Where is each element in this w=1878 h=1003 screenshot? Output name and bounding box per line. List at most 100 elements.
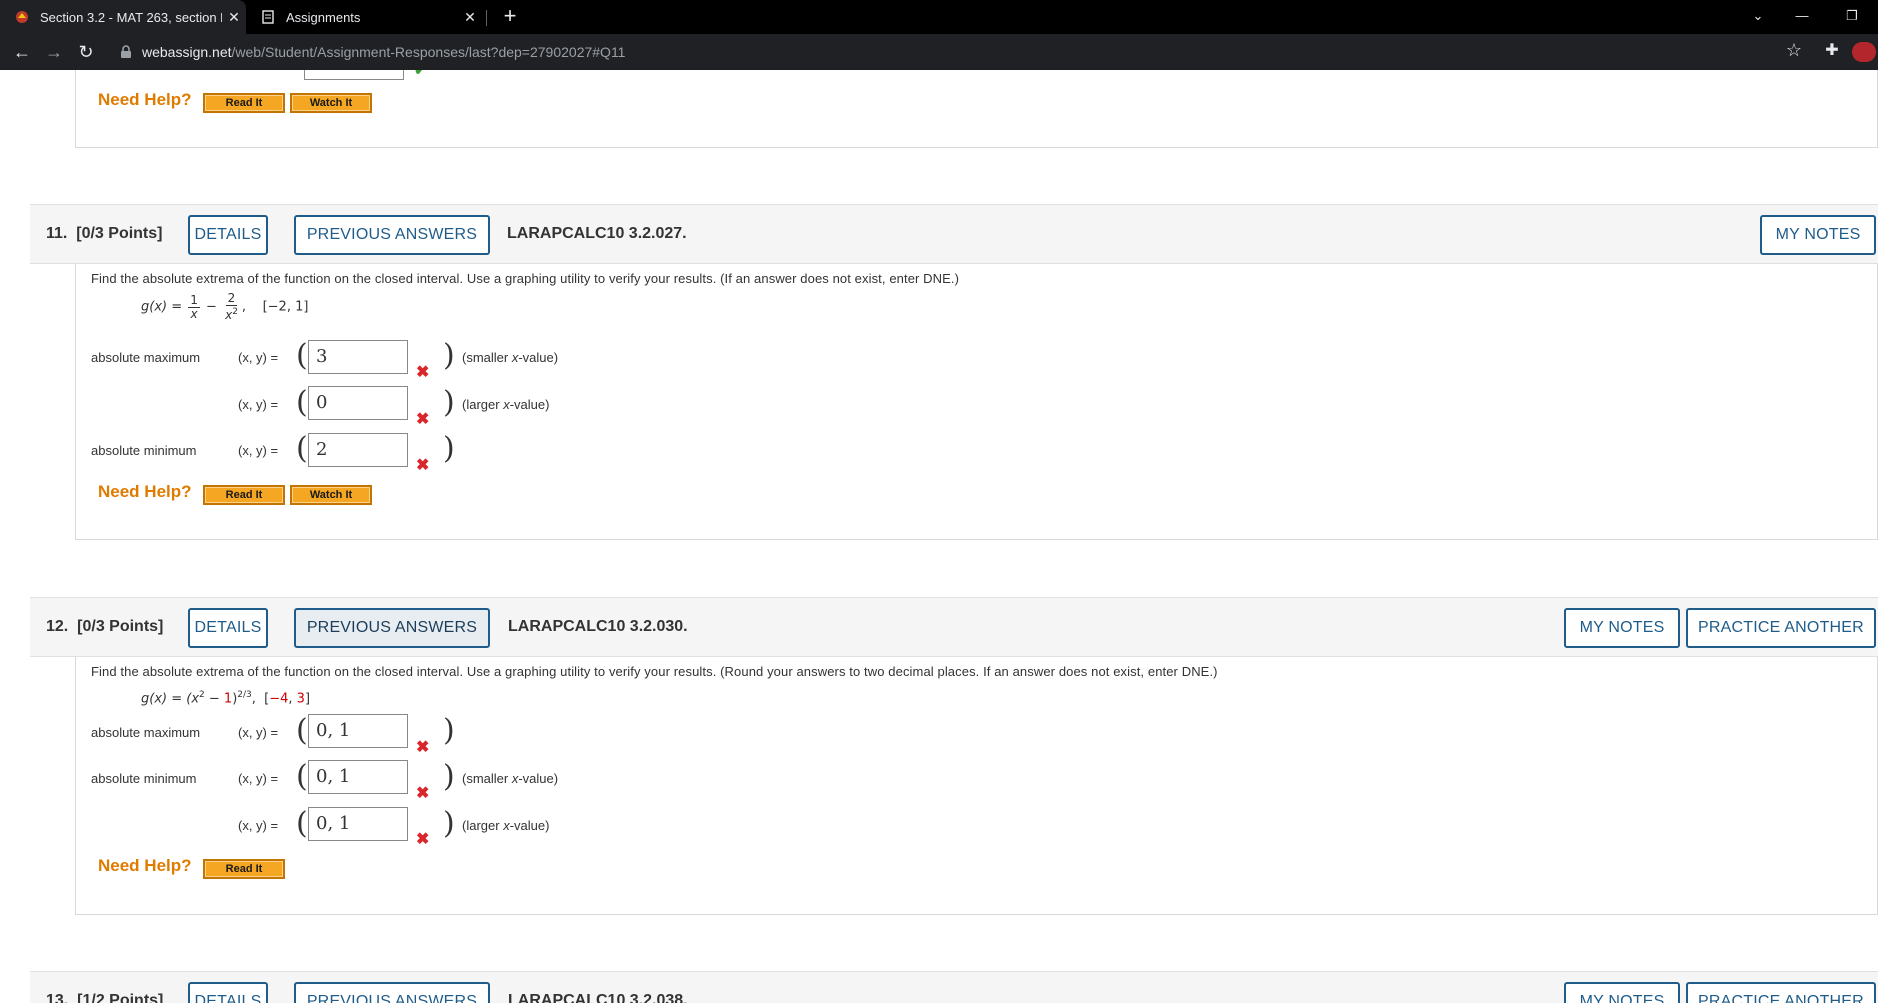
xy-label: (x, y) = (238, 397, 279, 412)
smaller-x-hint: (smaller x-value) (462, 350, 559, 365)
read-it-button[interactable]: Read It (203, 93, 285, 113)
question-10-body: ✔ Need Help? Read It Watch It (75, 70, 1878, 148)
question-prompt: Find the absolute extrema of the functio… (91, 271, 960, 286)
absolute-minimum-label: absolute minimum (91, 443, 197, 458)
question-12-body: Find the absolute extrema of the functio… (75, 657, 1878, 915)
xy-label: (x, y) = (238, 725, 279, 740)
close-paren: ) (443, 431, 455, 466)
tab-section-3-2[interactable]: Section 3.2 - MAT 263, section N ✕ (0, 0, 246, 34)
previous-answers-button[interactable]: PREVIOUS ANSWERS (294, 982, 490, 1003)
details-button[interactable]: DETAILS (188, 982, 268, 1003)
incorrect-x-icon: ✖ (416, 739, 430, 756)
my-notes-button[interactable]: MY NOTES (1564, 608, 1680, 648)
close-paren: ) (443, 338, 455, 373)
url-path: /web/Student/Assignment-Responses/last?d… (231, 44, 626, 60)
webassign-favicon-icon (14, 9, 30, 25)
question-number: 12. [0/3 Points] (46, 618, 164, 635)
absolute-maximum-label: absolute maximum (91, 725, 201, 740)
minimize-icon[interactable]: — (1780, 0, 1824, 34)
back-arrow-icon[interactable]: ← (10, 40, 34, 64)
extensions-puzzle-icon[interactable]: ✚ (1820, 40, 1844, 60)
lock-icon (120, 45, 132, 59)
tab-assignments[interactable]: Assignments ✕ (250, 0, 482, 34)
my-notes-button[interactable]: MY NOTES (1760, 215, 1876, 255)
profile-avatar[interactable] (1852, 42, 1876, 62)
xy-label: (x, y) = (238, 771, 279, 786)
question-11-body: Find the absolute extrema of the functio… (75, 264, 1878, 540)
need-help-label: Need Help? (98, 90, 192, 109)
answer-field[interactable] (304, 70, 404, 80)
function-expression: g(x) = 1x − 2 x2, [−2, 1] (141, 291, 309, 322)
forward-arrow-icon[interactable]: → (42, 40, 66, 64)
close-icon[interactable]: ✕ (458, 9, 482, 26)
question-reference: LARAPCALC10 3.2.038. (508, 992, 688, 1003)
need-help-label: Need Help? (98, 482, 192, 501)
function-expression: g(x) = (x2 − 1)2/3, [−4, 3] (141, 690, 311, 707)
practice-another-button[interactable]: PRACTICE ANOTHER (1686, 982, 1876, 1003)
answer-field-q12-min-smaller[interactable]: 0, 1 (308, 760, 408, 794)
tab-separator (486, 10, 487, 26)
need-help-label: Need Help? (98, 856, 192, 875)
restore-icon[interactable]: ❐ (1830, 0, 1874, 34)
larger-x-hint: (larger x-value) (462, 818, 550, 833)
close-paren: ) (443, 759, 455, 794)
question-reference: LARAPCALC10 3.2.027. (507, 225, 687, 242)
tab-title: Assignments (286, 9, 361, 25)
incorrect-x-icon: ✖ (416, 785, 430, 802)
read-it-button[interactable]: Read It (203, 485, 285, 505)
open-paren: ( (296, 806, 308, 841)
close-paren: ) (443, 806, 455, 841)
close-paren: ) (443, 713, 455, 748)
larger-x-hint: (larger x-value) (462, 397, 550, 412)
incorrect-x-icon: ✖ (416, 831, 430, 848)
bookmark-star-icon[interactable]: ☆ (1782, 40, 1806, 61)
open-paren: ( (296, 338, 308, 373)
open-paren: ( (296, 759, 308, 794)
xy-label: (x, y) = (238, 443, 279, 458)
question-number: 11. [0/3 Points] (46, 225, 163, 242)
answer-field-q12-max[interactable]: 0, 1 (308, 714, 408, 748)
open-paren: ( (296, 431, 308, 466)
open-paren: ( (296, 385, 308, 420)
details-button[interactable]: DETAILS (188, 608, 268, 648)
check-icon: ✔ (414, 70, 428, 79)
question-12-header: 12. [0/3 Points] DETAILS PREVIOUS ANSWER… (30, 597, 1878, 657)
close-paren: ) (443, 385, 455, 420)
close-icon[interactable]: ✕ (222, 9, 246, 26)
reload-icon[interactable]: ↻ (74, 40, 98, 64)
tab-search-chevron-icon[interactable]: ⌄ (1736, 0, 1780, 34)
incorrect-x-icon: ✖ (416, 364, 430, 381)
xy-label: (x, y) = (238, 350, 279, 365)
question-number: 13. [1/2 Points] (46, 992, 164, 1003)
address-bar: ← → ↻ webassign.net/web/Student/Assignme… (0, 34, 1878, 70)
open-paren: ( (296, 713, 308, 748)
answer-field-q11-max-smaller[interactable]: 3 (308, 340, 408, 374)
url-host: webassign.net (142, 44, 232, 60)
details-button[interactable]: DETAILS (188, 215, 268, 255)
assignment-page: ✔ Need Help? Read It Watch It 11. [0/3 P… (0, 70, 1878, 1003)
previous-answers-button[interactable]: PREVIOUS ANSWERS (294, 608, 490, 648)
url-field[interactable]: webassign.net/web/Student/Assignment-Res… (108, 38, 1808, 66)
answer-field-q11-max-larger[interactable]: 0 (308, 386, 408, 420)
read-it-button[interactable]: Read It (203, 859, 285, 879)
question-11-header: 11. [0/3 Points] DETAILS PREVIOUS ANSWER… (30, 204, 1878, 264)
smaller-x-hint: (smaller x-value) (462, 771, 559, 786)
watch-it-button[interactable]: Watch It (290, 485, 372, 505)
incorrect-x-icon: ✖ (416, 457, 430, 474)
tab-bar: Section 3.2 - MAT 263, section N ✕ Assig… (0, 0, 1878, 34)
question-13-header: 13. [1/2 Points] DETAILS PREVIOUS ANSWER… (30, 971, 1878, 1003)
absolute-minimum-label: absolute minimum (91, 771, 197, 786)
absolute-maximum-label: absolute maximum (91, 350, 201, 365)
question-reference: LARAPCALC10 3.2.030. (508, 618, 688, 635)
practice-another-button[interactable]: PRACTICE ANOTHER (1686, 608, 1876, 648)
xy-label: (x, y) = (238, 818, 279, 833)
tab-title: Section 3.2 - MAT 263, section N (40, 9, 222, 25)
answer-field-q12-min-larger[interactable]: 0, 1 (308, 807, 408, 841)
new-tab-icon[interactable]: + (498, 2, 522, 30)
watch-it-button[interactable]: Watch It (290, 93, 372, 113)
incorrect-x-icon: ✖ (416, 411, 430, 428)
answer-field-q11-min[interactable]: 2 (308, 433, 408, 467)
previous-answers-button[interactable]: PREVIOUS ANSWERS (294, 215, 490, 255)
document-icon (260, 9, 276, 25)
my-notes-button[interactable]: MY NOTES (1564, 982, 1680, 1003)
